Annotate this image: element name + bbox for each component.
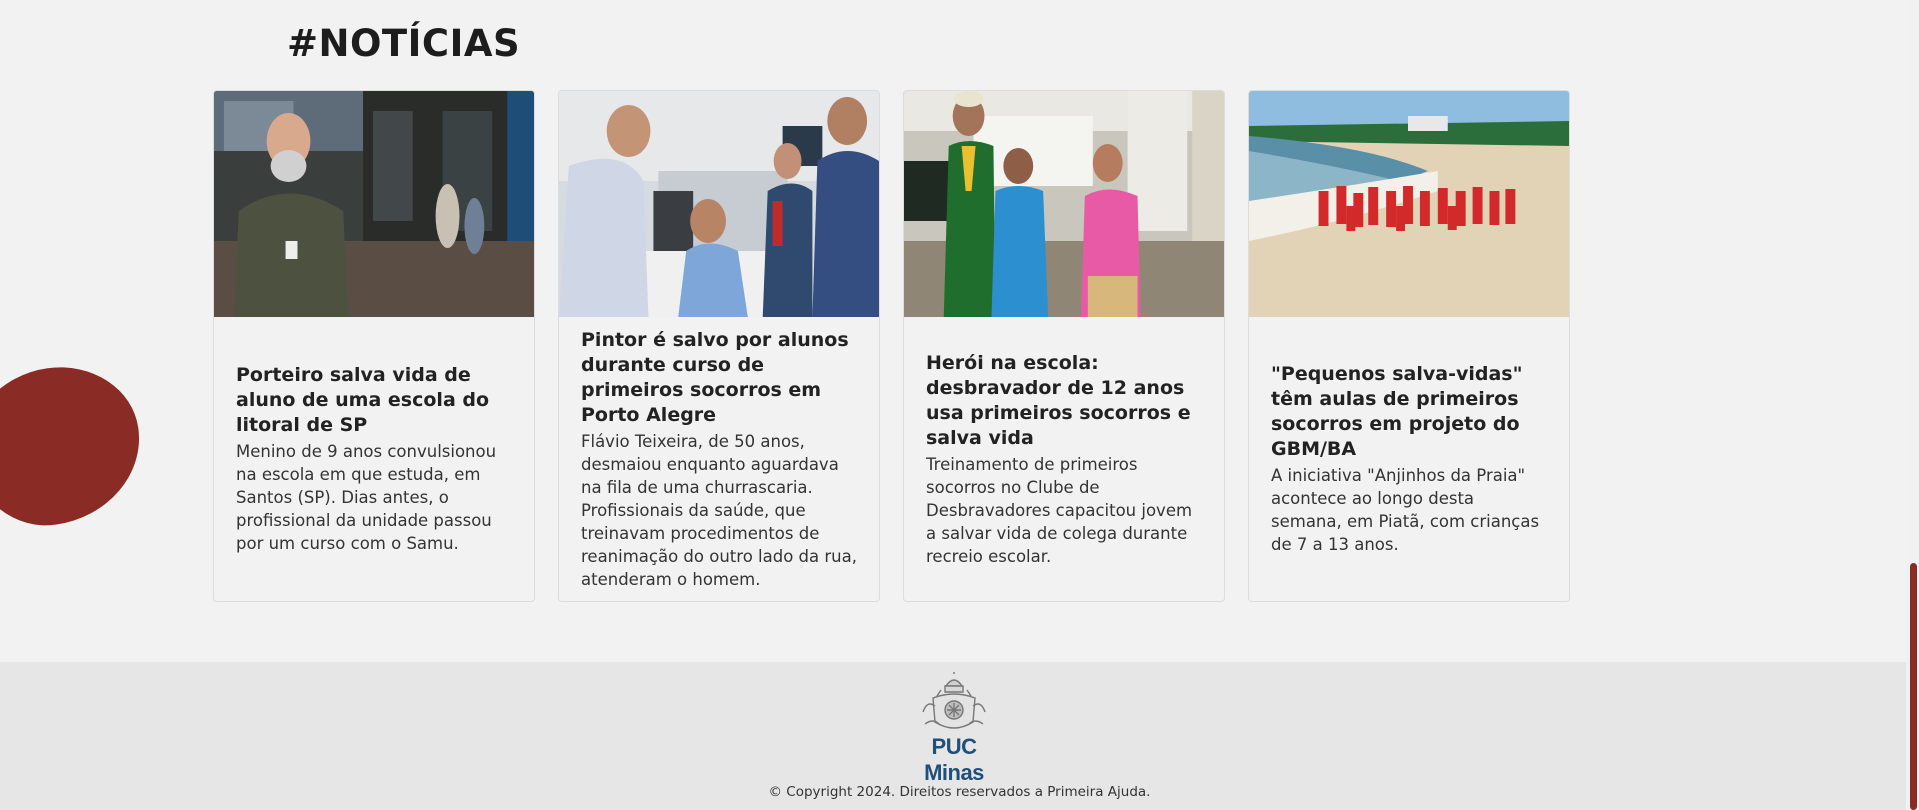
logo-text: PUC Minas bbox=[924, 734, 984, 785]
news-title[interactable]: "Pequenos salva-vidas" têm aulas de prim… bbox=[1271, 362, 1547, 462]
decorative-blob bbox=[0, 356, 151, 536]
scrollbar-thumb[interactable] bbox=[1910, 563, 1917, 810]
crest-icon bbox=[922, 672, 986, 729]
news-card[interactable]: "Pequenos salva-vidas" têm aulas de prim… bbox=[1248, 90, 1570, 602]
news-image-doorman bbox=[214, 91, 534, 317]
news-card-body: Herói na escola: desbravador de 12 anos … bbox=[904, 317, 1224, 601]
news-card-body: Pintor é salvo por alunos durante curso … bbox=[559, 317, 879, 601]
news-title[interactable]: Porteiro salva vida de aluno de uma esco… bbox=[236, 363, 512, 438]
scrollbar[interactable] bbox=[1906, 0, 1919, 810]
news-image-hospital bbox=[559, 91, 879, 317]
footer: PUC Minas © Copyright 2024. Direitos res… bbox=[0, 662, 1919, 810]
news-image-school bbox=[904, 91, 1224, 317]
news-list: Porteiro salva vida de aluno de uma esco… bbox=[213, 90, 1570, 602]
news-summary: Treinamento de primeiros socorros no Clu… bbox=[926, 454, 1193, 566]
news-card-body: "Pequenos salva-vidas" têm aulas de prim… bbox=[1249, 317, 1569, 601]
news-card[interactable]: Porteiro salva vida de aluno de uma esco… bbox=[213, 90, 535, 602]
news-summary: Menino de 9 anos convulsionou na escola … bbox=[236, 442, 497, 553]
news-title[interactable]: Herói na escola: desbravador de 12 anos … bbox=[926, 351, 1202, 451]
page: #NOTÍCIAS Porteiro salva vida de aluno d… bbox=[0, 0, 1919, 810]
section-title: #NOTÍCIAS bbox=[287, 22, 521, 65]
news-title[interactable]: Pintor é salvo por alunos durante curso … bbox=[581, 328, 857, 428]
copyright: © Copyright 2024. Direitos reservados a … bbox=[768, 784, 1151, 800]
news-summary: A iniciativa "Anjinhos da Praia" acontec… bbox=[1271, 466, 1540, 554]
news-card-body: Porteiro salva vida de aluno de uma esco… bbox=[214, 317, 534, 601]
puc-minas-logo[interactable]: PUC Minas bbox=[900, 672, 1008, 786]
news-card[interactable]: Herói na escola: desbravador de 12 anos … bbox=[903, 90, 1225, 602]
news-card[interactable]: Pintor é salvo por alunos durante curso … bbox=[558, 90, 880, 602]
news-image-beach bbox=[1249, 91, 1569, 317]
news-summary: Flávio Teixeira, de 50 anos, desmaiou en… bbox=[581, 431, 857, 589]
